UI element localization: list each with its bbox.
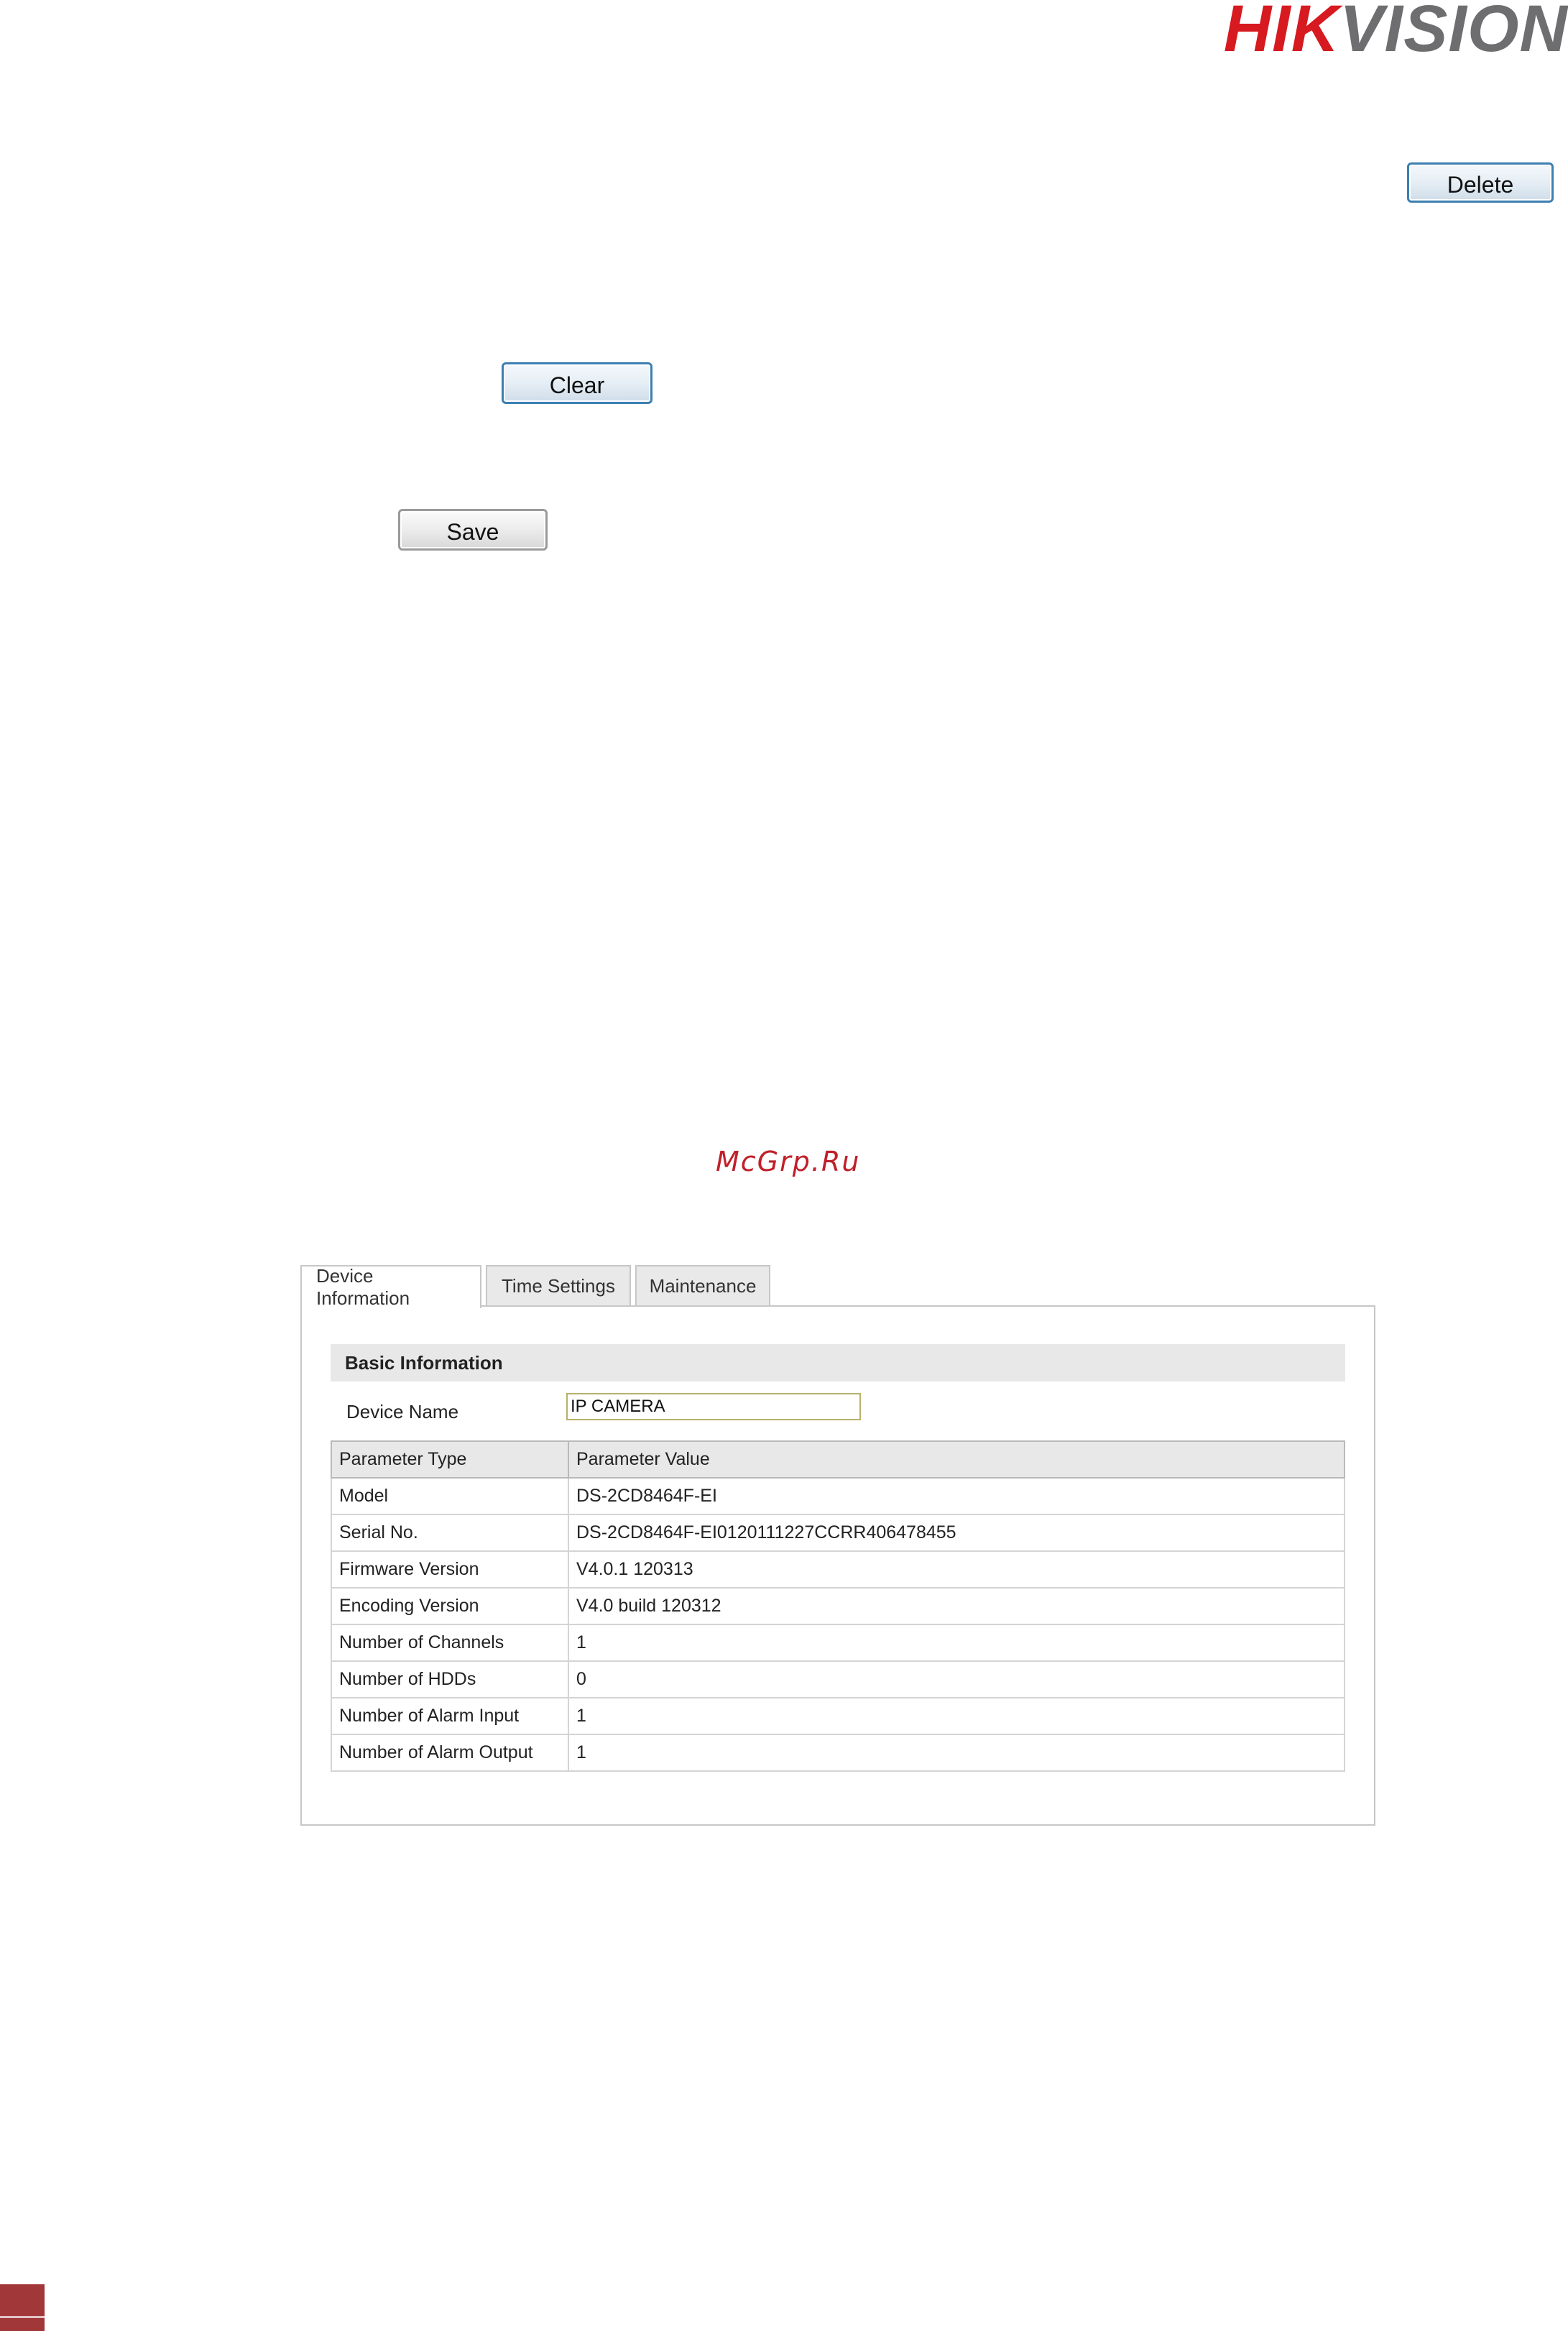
table-row: Model DS-2CD8464F-EI (331, 1477, 1345, 1515)
parameter-type-cell: Number of Channels (331, 1624, 569, 1662)
column-header-parameter-value: Parameter Value (568, 1440, 1345, 1479)
table-row: Number of Alarm Output 1 (331, 1734, 1345, 1772)
table-row: Firmware Version V4.0.1 120313 (331, 1550, 1345, 1589)
tab-content: Basic Information Device Name Parameter … (300, 1305, 1375, 1826)
page-corner-marker (0, 2284, 45, 2331)
table-row: Number of HDDs 0 (331, 1660, 1345, 1698)
parameter-value-cell: V4.0.1 120313 (568, 1550, 1345, 1589)
table-row: Number of Alarm Input 1 (331, 1697, 1345, 1735)
hikvision-logo: HIKVISION (1224, 0, 1568, 62)
table-row: Serial No. DS-2CD8464F-EI0120111227CCRR4… (331, 1514, 1345, 1552)
device-name-label: Device Name (346, 1401, 459, 1422)
tab-time-settings[interactable]: Time Settings (486, 1265, 631, 1305)
logo-text-hik: HIK (1223, 0, 1340, 65)
logo-text-vision: VISION (1339, 0, 1568, 65)
parameter-value-cell: 1 (568, 1697, 1345, 1735)
device-name-input[interactable] (566, 1393, 861, 1420)
parameter-type-cell: Number of HDDs (331, 1660, 569, 1698)
tab-bar: Device Information Time Settings Mainten… (300, 1265, 770, 1309)
table-row: Number of Channels 1 (331, 1624, 1345, 1662)
table-row: Encoding Version V4.0 build 120312 (331, 1587, 1345, 1625)
parameter-value-cell: 1 (568, 1734, 1345, 1772)
parameter-type-cell: Model (331, 1477, 569, 1515)
parameter-value-cell: DS-2CD8464F-EI (568, 1477, 1345, 1515)
clear-button[interactable]: Clear (502, 362, 652, 404)
parameter-type-cell: Serial No. (331, 1514, 569, 1552)
parameter-value-cell: 0 (568, 1660, 1345, 1698)
tab-maintenance[interactable]: Maintenance (635, 1265, 770, 1305)
parameter-type-cell: Number of Alarm Output (331, 1734, 569, 1772)
device-info-panel: Device Information Time Settings Mainten… (300, 1265, 1375, 1826)
parameter-type-cell: Number of Alarm Input (331, 1697, 569, 1735)
save-button[interactable]: Save (398, 509, 548, 551)
section-title-basic-information: Basic Information (331, 1344, 1345, 1381)
table-header-row: Parameter Type Parameter Value (331, 1440, 1345, 1479)
tab-device-information[interactable]: Device Information (300, 1265, 481, 1309)
parameter-table: Parameter Type Parameter Value Model DS-… (331, 1440, 1345, 1772)
watermark-text: McGrp.Ru (716, 1146, 861, 1177)
delete-button[interactable]: Delete (1407, 162, 1554, 203)
column-header-parameter-type: Parameter Type (331, 1440, 569, 1479)
parameter-type-cell: Encoding Version (331, 1587, 569, 1625)
parameter-type-cell: Firmware Version (331, 1550, 569, 1589)
page-corner-marker-line (0, 2316, 45, 2318)
parameter-value-cell: DS-2CD8464F-EI0120111227CCRR406478455 (568, 1514, 1345, 1552)
parameter-value-cell: 1 (568, 1624, 1345, 1662)
parameter-value-cell: V4.0 build 120312 (568, 1587, 1345, 1625)
